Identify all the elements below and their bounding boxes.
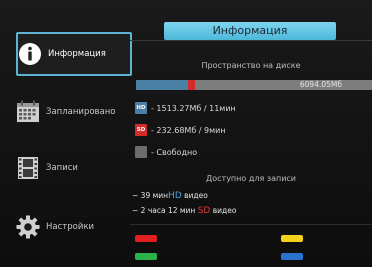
sidebar-item-label: Запланировано: [46, 107, 116, 117]
available-sd-suffix: видео: [210, 206, 237, 215]
gear-icon: [16, 215, 40, 239]
sidebar: Информация Запланировано Записи Настройк…: [8, 0, 132, 267]
title-divider: [130, 40, 372, 41]
available-hd: ~ 39 минHD видео: [132, 191, 208, 201]
info-panel: Информация Пространство на диске 6094.05…: [130, 0, 372, 267]
available-sd: ~ 2 часа 12 мин SD видео: [132, 206, 236, 216]
blue-button[interactable]: [281, 253, 303, 260]
available-hd-label: HD: [168, 191, 182, 201]
sidebar-item-label: Информация: [48, 49, 106, 59]
disk-total: 6094.05Мб: [299, 80, 342, 89]
available-sd-prefix: ~ 2 часа 12 мин: [132, 206, 198, 215]
bottom-divider: [130, 224, 372, 225]
calendar-icon: [16, 100, 40, 124]
sidebar-item-information[interactable]: Информация: [16, 32, 132, 76]
available-heading: Доступно для записи: [205, 174, 297, 183]
sd-usage-text: - 232.68Мб / 9мин: [151, 125, 226, 135]
green-button[interactable]: [135, 253, 157, 260]
hd-badge: HD: [135, 102, 147, 114]
disk-usage-bar: 6094.05Мб: [136, 80, 372, 90]
screen: Информация Запланировано Записи Настройк…: [0, 0, 372, 267]
free-space-text: - Свободно: [151, 147, 198, 157]
yellow-button[interactable]: [281, 235, 303, 242]
available-sd-label: SD: [197, 206, 211, 216]
hd-usage-text: - 1513.27Мб / 11мин: [151, 103, 236, 113]
sd-badge: SD: [135, 124, 147, 136]
sidebar-item-recordings[interactable]: Записи: [16, 146, 132, 190]
hd-usage-legend: HD - 1513.27Мб / 11мин: [135, 102, 236, 114]
page-title: Информация: [164, 22, 336, 40]
sidebar-item-label: Записи: [46, 163, 78, 173]
sidebar-item-label: Настройки: [46, 222, 95, 232]
free-badge: [135, 146, 147, 158]
available-hd-suffix: видео: [181, 191, 208, 200]
info-icon: [18, 42, 42, 66]
sd-usage-legend: SD - 232.68Мб / 9мин: [135, 124, 226, 136]
available-hd-prefix: ~ 39 мин: [132, 191, 169, 200]
sidebar-item-scheduled[interactable]: Запланировано: [16, 90, 132, 134]
red-button[interactable]: [135, 235, 157, 242]
free-space-legend: - Свободно: [135, 146, 197, 158]
hd-usage-segment: [136, 80, 188, 90]
sd-usage-segment: [187, 80, 195, 90]
sidebar-item-settings[interactable]: Настройки: [16, 205, 132, 249]
disk-space-heading: Пространство на диске: [201, 61, 301, 70]
film-icon: [16, 156, 40, 180]
